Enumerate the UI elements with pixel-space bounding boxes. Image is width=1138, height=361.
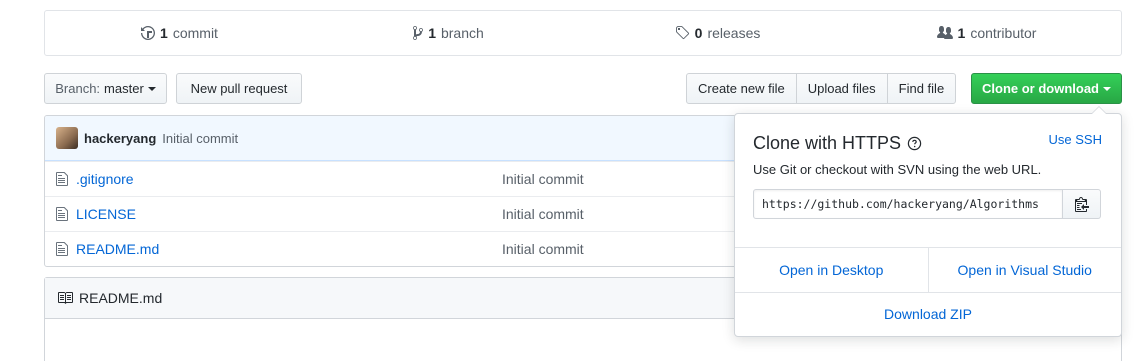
clone-title-text: Clone with HTTPS	[753, 133, 902, 153]
file-commit-message-link[interactable]: Initial commit	[502, 206, 584, 222]
book-icon	[58, 292, 73, 304]
branch-icon	[413, 25, 424, 40]
branches-link[interactable]: 1 branch	[314, 25, 583, 41]
file-icon	[56, 206, 72, 222]
create-new-file-button[interactable]: Create new file	[686, 73, 797, 104]
commits-count: 1	[160, 25, 168, 41]
readme-title: README.md	[79, 290, 163, 306]
upload-files-button[interactable]: Upload files	[795, 73, 888, 104]
file-icon	[56, 241, 72, 257]
open-options-row: Open in Desktop Open in Visual Studio	[735, 247, 1121, 292]
open-in-desktop-link[interactable]: Open in Desktop	[735, 247, 929, 292]
releases-count: 0	[694, 25, 703, 41]
commits-label: commit	[172, 25, 218, 41]
file-name-link[interactable]: LICENSE	[76, 206, 502, 222]
clone-popover-title: Clone with HTTPS	[753, 133, 922, 154]
contributors-link[interactable]: 1 contributor	[852, 25, 1121, 41]
clippy-icon	[1074, 197, 1089, 212]
contributors-label: contributor	[970, 25, 1037, 41]
file-name-link[interactable]: README.md	[76, 241, 502, 257]
commits-link[interactable]: 1 commit	[45, 25, 314, 41]
branches-count: 1	[428, 25, 436, 41]
file-icon	[56, 171, 72, 187]
new-pull-request-button[interactable]: New pull request	[176, 73, 302, 104]
branch-prefix: Branch:	[55, 81, 101, 96]
file-commit-message-link[interactable]: Initial commit	[502, 171, 584, 187]
branch-name: master	[104, 81, 144, 96]
open-in-visual-studio-link[interactable]: Open in Visual Studio	[929, 247, 1122, 292]
people-icon	[936, 26, 953, 39]
caret-down-icon	[147, 86, 156, 91]
use-ssh-link[interactable]: Use SSH	[1049, 132, 1102, 147]
copy-to-clipboard-button[interactable]	[1063, 189, 1101, 219]
clone-url-input[interactable]	[753, 189, 1063, 219]
commit-author-link[interactable]: hackeryang	[84, 131, 156, 146]
history-icon	[141, 26, 156, 40]
releases-label: releases	[707, 25, 761, 41]
branch-select-button[interactable]: Branch: master	[44, 73, 167, 104]
file-commit-message-link[interactable]: Initial commit	[502, 241, 584, 257]
branches-label: branch	[440, 25, 484, 41]
clone-or-download-button[interactable]: Clone or download	[971, 73, 1122, 104]
clone-or-download-label: Clone or download	[982, 81, 1099, 96]
find-file-button[interactable]: Find file	[886, 73, 957, 104]
download-zip-link[interactable]: Download ZIP	[735, 292, 1121, 336]
clone-popover: Clone with HTTPS Use SSH Use Git or chec…	[734, 106, 1122, 337]
releases-link[interactable]: 0 releases	[583, 25, 852, 41]
clone-url-group	[753, 189, 1101, 219]
contributors-count: 1	[957, 25, 966, 41]
question-icon[interactable]	[907, 136, 922, 151]
tag-icon	[675, 26, 689, 40]
file-actions-group: Create new file Upload files Find file	[686, 73, 957, 104]
clone-description: Use Git or checkout with SVN using the w…	[753, 162, 1042, 177]
caret-down-icon	[1103, 86, 1111, 91]
file-name-link[interactable]: .gitignore	[76, 171, 502, 187]
commit-message-link[interactable]: Initial commit	[162, 131, 238, 146]
avatar[interactable]	[56, 127, 78, 149]
repo-numbers-summary: 1 commit 1 branch 0 releases 1 contribut…	[44, 10, 1122, 56]
